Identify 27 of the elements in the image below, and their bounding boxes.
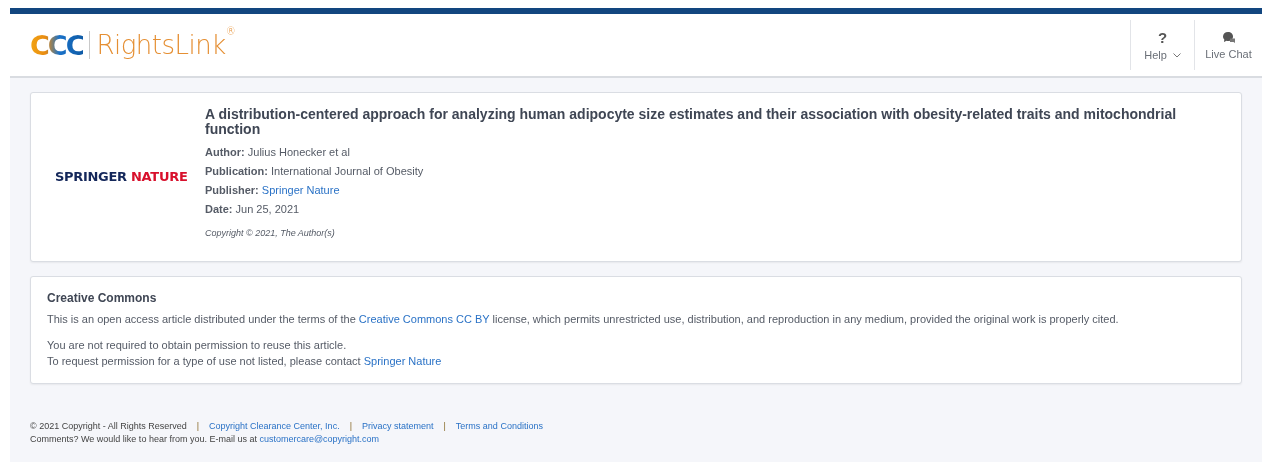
footer-separator: | bbox=[443, 420, 446, 433]
license-link[interactable]: Springer Nature bbox=[363, 355, 442, 367]
article-detail: Date: Jun 25, 2021 bbox=[205, 202, 301, 217]
help-menu-button[interactable]: ? Help bbox=[1130, 20, 1194, 70]
live-chat-button[interactable]: Live Chat bbox=[1194, 20, 1262, 70]
footer-separator: | bbox=[349, 420, 352, 433]
copyright-note: Copyright © 2021, The Author(s) bbox=[205, 228, 336, 238]
license-text: This is an open access article distributed under the terms of the Creative Commons CC BY license, which permits unrestricted use, distribution, and reproduction in any medium, provided the original work is properly cited. bbox=[47, 312, 1120, 327]
article-detail: Author: Julius Honecker et al bbox=[205, 145, 351, 160]
footer-separator: | bbox=[196, 420, 200, 433]
footer-comment: Comments? We would like to hear from you. E-mail us at customercare@copyright.com bbox=[30, 433, 381, 446]
license-heading: Creative Commons bbox=[47, 291, 158, 305]
email-link[interactable]: customercare@copyright.com bbox=[259, 434, 380, 444]
article-title: A distribution-centered approach for analyzing human adipocyte size estimates and their association with obesity-related traits and mitochondrial function bbox=[205, 107, 1178, 137]
footer-link[interactable]: Terms and Conditions bbox=[455, 420, 543, 433]
footer-link[interactable]: Privacy statement bbox=[362, 420, 434, 433]
footer-copyright: © 2021 Copyright - All Rights Reserved bbox=[30, 420, 187, 433]
publisher-logo: SPRINGER NATURE bbox=[55, 167, 189, 186]
footer-link[interactable]: Copyright Clearance Center, Inc. bbox=[209, 420, 340, 433]
license-text: You are not required to obtain permission to reuse this article. bbox=[47, 338, 348, 353]
chat-bubbles-icon bbox=[1221, 30, 1236, 45]
publisher-link[interactable]: Springer Nature bbox=[261, 184, 340, 196]
license-link[interactable]: Creative Commons CC BY bbox=[358, 313, 490, 325]
article-detail: Publication: International Journal of Obesity bbox=[205, 164, 425, 179]
license-text: To request permission for a type of use not listed, please contact Springer Nature bbox=[47, 354, 443, 369]
article-detail: Publisher: Springer Nature bbox=[205, 183, 341, 198]
caret-icon bbox=[1172, 52, 1181, 58]
